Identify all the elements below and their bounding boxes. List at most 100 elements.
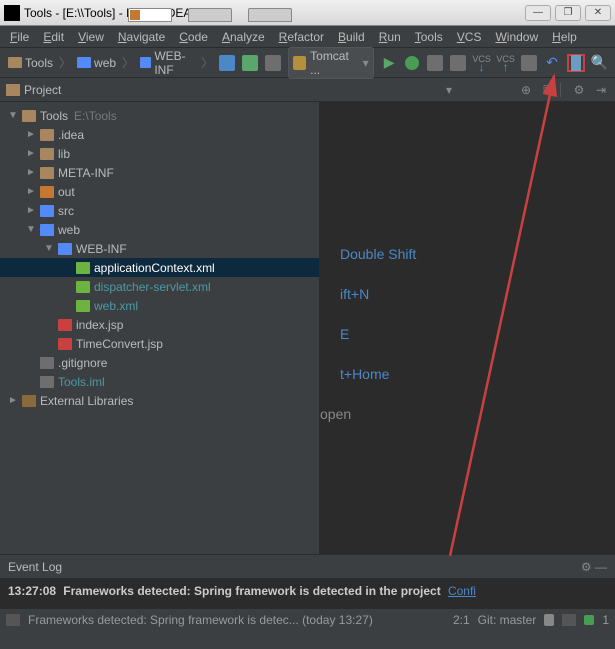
menu-edit[interactable]: Edit bbox=[37, 28, 70, 46]
tree-node-web-xml[interactable]: web.xml bbox=[0, 296, 319, 315]
menu-analyze[interactable]: Analyze bbox=[216, 28, 271, 46]
tree-node--idea[interactable]: ►.idea bbox=[0, 125, 319, 144]
event-log-tab[interactable]: Event Log ⚙ — bbox=[0, 554, 615, 578]
toolbar-icon[interactable] bbox=[241, 54, 258, 72]
maximize-button[interactable]: ❐ bbox=[555, 5, 581, 21]
menu-code[interactable]: Code bbox=[173, 28, 214, 46]
gear-icon[interactable]: ⚙ bbox=[571, 82, 587, 98]
tree-node-lib[interactable]: ►lib bbox=[0, 144, 319, 163]
folder-blue-icon bbox=[40, 205, 54, 217]
toolbar-icon[interactable] bbox=[450, 54, 467, 72]
toolbar: Tools〉web〉WEB-INF〉 Tomcat ... ▾ ▶ VCS↓ V… bbox=[0, 48, 615, 78]
tree-node-tools-iml[interactable]: Tools.iml bbox=[0, 372, 319, 391]
search-button[interactable]: 🔍 bbox=[591, 54, 608, 72]
event-log-label: Event Log bbox=[8, 560, 62, 574]
menu-file[interactable]: File bbox=[4, 28, 35, 46]
tree-node-label: web bbox=[58, 223, 80, 237]
toolbar-icon[interactable] bbox=[264, 54, 281, 72]
debug-button[interactable] bbox=[404, 54, 421, 72]
tree-node-label: index.jsp bbox=[76, 318, 123, 332]
status-icon[interactable] bbox=[562, 614, 576, 626]
tree-node-meta-inf[interactable]: ► META-INF bbox=[0, 163, 319, 182]
caret-position: 2:1 bbox=[453, 613, 470, 627]
spring-icon bbox=[76, 300, 90, 312]
app-icon bbox=[4, 5, 20, 21]
console-link[interactable]: Confi bbox=[448, 584, 476, 598]
expand-arrow-icon[interactable]: ► bbox=[26, 186, 36, 197]
tree-node-label: META-INF bbox=[58, 166, 114, 180]
expand-arrow-icon[interactable]: ► bbox=[26, 148, 36, 159]
tree-node-label: web.xml bbox=[94, 299, 138, 313]
console-time: 13:27:08 bbox=[8, 584, 56, 598]
breadcrumb-tools[interactable]: Tools bbox=[4, 54, 57, 72]
menu-view[interactable]: View bbox=[72, 28, 110, 46]
project-panel-header[interactable]: Project ▾ ⊕ ⇱ ⚙ ⇥ bbox=[0, 78, 615, 102]
close-button[interactable]: ✕ bbox=[585, 5, 611, 21]
tree-node--gitignore[interactable]: .gitignore bbox=[0, 353, 319, 372]
tree-node-out[interactable]: ►out bbox=[0, 182, 319, 201]
project-icon bbox=[6, 84, 20, 96]
run-config-select[interactable]: Tomcat ... ▾ bbox=[288, 47, 374, 79]
collapse-all-icon[interactable]: ⇱ bbox=[540, 82, 556, 98]
notifications-icon[interactable] bbox=[584, 615, 594, 625]
expand-arrow-icon[interactable]: ► bbox=[26, 167, 36, 178]
hide-icon[interactable]: ⇥ bbox=[593, 82, 609, 98]
expand-arrow-icon[interactable]: ► bbox=[26, 129, 36, 140]
run-button[interactable]: ▶ bbox=[381, 54, 398, 72]
folder-orange-icon bbox=[40, 186, 54, 198]
console-text: Frameworks detected: Spring framework is… bbox=[63, 584, 440, 598]
expand-arrow-icon[interactable]: ► bbox=[8, 395, 18, 406]
tree-node-web[interactable]: ▼ web bbox=[0, 220, 319, 239]
tree-node-label: dispatcher-servlet.xml bbox=[94, 280, 211, 294]
folder-icon bbox=[77, 57, 91, 68]
project-structure-button[interactable] bbox=[567, 54, 585, 72]
menu-navigate[interactable]: Navigate bbox=[112, 28, 171, 46]
undo-button[interactable]: ↶ bbox=[544, 54, 561, 72]
tree-node-label: Tools.iml bbox=[58, 375, 105, 389]
menu-tools[interactable]: Tools bbox=[409, 28, 449, 46]
menu-help[interactable]: Help bbox=[546, 28, 583, 46]
tree-node-web-inf[interactable]: ▼WEB-INF bbox=[0, 239, 319, 258]
tree-node-tools[interactable]: ▼ToolsE:\Tools bbox=[0, 106, 319, 125]
bg-tab bbox=[128, 8, 172, 22]
minimize-button[interactable]: — bbox=[525, 5, 551, 21]
menu-build[interactable]: Build bbox=[332, 28, 371, 46]
menu-run[interactable]: Run bbox=[373, 28, 407, 46]
git-branch[interactable]: Git: master bbox=[478, 613, 537, 627]
tree-node-dispatcher-servlet-xml[interactable]: dispatcher-servlet.xml bbox=[0, 277, 319, 296]
folder-icon bbox=[40, 129, 54, 141]
file-icon bbox=[40, 376, 54, 388]
expand-arrow-icon[interactable]: ▼ bbox=[44, 243, 54, 254]
vcs-commit-button[interactable]: VCS↑ bbox=[497, 54, 515, 72]
toolbar-icon[interactable] bbox=[521, 54, 538, 72]
tree-node-index-jsp[interactable]: index.jsp bbox=[0, 315, 319, 334]
tree-node-src[interactable]: ►src bbox=[0, 201, 319, 220]
expand-arrow-icon[interactable]: ► bbox=[26, 205, 36, 216]
breadcrumb-web-inf[interactable]: WEB-INF bbox=[136, 47, 199, 79]
editor-hint: ift+N bbox=[340, 286, 369, 302]
menu-refactor[interactable]: Refactor bbox=[273, 28, 330, 46]
scroll-from-source-icon[interactable]: ⊕ bbox=[518, 82, 534, 98]
expand-arrow-icon[interactable]: ▼ bbox=[8, 110, 18, 121]
status-icon[interactable] bbox=[6, 614, 20, 626]
toolbar-icon[interactable] bbox=[218, 54, 235, 72]
vcs-update-button[interactable]: VCS↓ bbox=[473, 54, 491, 72]
editor-hint: Double Shift bbox=[340, 246, 416, 262]
tree-node-external-libraries[interactable]: ►External Libraries bbox=[0, 391, 319, 410]
tree-node-applicationcontext-xml[interactable]: applicationContext.xml bbox=[0, 258, 319, 277]
breadcrumb-web[interactable]: web bbox=[73, 54, 120, 72]
tree-node-timeconvert-jsp[interactable]: TimeConvert.jsp bbox=[0, 334, 319, 353]
folder-blue-icon bbox=[40, 224, 54, 236]
menu-window[interactable]: Window bbox=[489, 28, 544, 46]
gear-icon[interactable]: ⚙ — bbox=[581, 560, 607, 574]
menu-vcs[interactable]: VCS bbox=[451, 28, 488, 46]
project-tree[interactable]: ▼ToolsE:\Tools►.idea►lib►META-INF►out►sr… bbox=[0, 102, 320, 554]
expand-arrow-icon[interactable]: ▼ bbox=[26, 224, 36, 235]
folder-icon bbox=[40, 167, 54, 179]
folder-icon bbox=[22, 110, 36, 122]
libs-icon bbox=[22, 395, 36, 407]
lock-icon[interactable] bbox=[544, 614, 554, 626]
toolbar-icon[interactable] bbox=[427, 54, 444, 72]
spring-icon bbox=[76, 281, 90, 293]
editor-hint: t+Home bbox=[340, 366, 389, 382]
